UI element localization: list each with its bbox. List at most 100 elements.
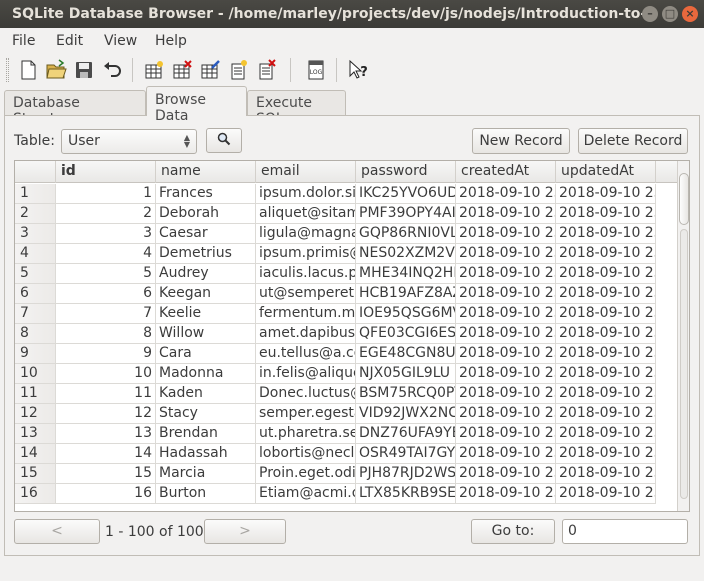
cell-password[interactable]: HCB19AFZ8AZ: [356, 284, 456, 304]
cell-name[interactable]: Demetrius: [156, 244, 256, 264]
scrollbar-track[interactable]: [680, 229, 688, 499]
row-number[interactable]: 10: [15, 364, 56, 384]
create-table-icon[interactable]: [142, 58, 166, 82]
toolbar-grip[interactable]: [6, 58, 9, 82]
cell-password[interactable]: MHE34INQ2HI: [356, 264, 456, 284]
cell-email[interactable]: semper.egesta: [256, 404, 356, 424]
cell-id[interactable]: 4: [56, 244, 156, 264]
cell-id[interactable]: 7: [56, 304, 156, 324]
table-row[interactable]: 2 2 Deborah aliquet@sitam PMF39OPY4AI 2018-09…: [15, 204, 677, 224]
row-number[interactable]: 12: [15, 404, 56, 424]
row-number[interactable]: 5: [15, 264, 56, 284]
table-row[interactable]: 15 15 Marcia Proin.eget.odi PJH87RJD2WS 2018-…: [15, 464, 677, 484]
cell-name[interactable]: Caesar: [156, 224, 256, 244]
column-header-id[interactable]: id: [56, 161, 156, 183]
cell-email[interactable]: amet.dapibus.i: [256, 324, 356, 344]
cell-name[interactable]: Madonna: [156, 364, 256, 384]
cell-name[interactable]: Audrey: [156, 264, 256, 284]
row-number[interactable]: 6: [15, 284, 56, 304]
scrollbar-thumb[interactable]: [679, 173, 689, 225]
cell-updatedat[interactable]: 2018-09-10 23: [556, 344, 656, 364]
cell-createdat[interactable]: 2018-09-10 23: [456, 304, 556, 324]
whats-this-icon[interactable]: ?: [346, 58, 370, 82]
column-header-password[interactable]: password: [356, 161, 456, 183]
column-header-email[interactable]: email: [256, 161, 356, 183]
cell-createdat[interactable]: 2018-09-10 23: [456, 384, 556, 404]
cell-email[interactable]: lobortis@necl: [256, 444, 356, 464]
cell-password[interactable]: DNZ76UFA9YE: [356, 424, 456, 444]
cell-createdat[interactable]: 2018-09-10 23: [456, 444, 556, 464]
column-header-name[interactable]: name: [156, 161, 256, 183]
table-row[interactable]: 11 11 Kaden Donec.luctus@ BSM75RCQ0PY 2018-09…: [15, 384, 677, 404]
cell-updatedat[interactable]: 2018-09-10 23: [556, 464, 656, 484]
cell-email[interactable]: iaculis.lacus.pe: [256, 264, 356, 284]
cell-email[interactable]: Donec.luctus@: [256, 384, 356, 404]
cell-updatedat[interactable]: 2018-09-10 23: [556, 364, 656, 384]
menu-view[interactable]: View: [104, 33, 137, 49]
goto-button[interactable]: Go to:: [471, 519, 555, 544]
row-number[interactable]: 16: [15, 484, 56, 504]
cell-updatedat[interactable]: 2018-09-10 23: [556, 264, 656, 284]
undo-icon[interactable]: [100, 58, 124, 82]
cell-id[interactable]: 13: [56, 424, 156, 444]
cell-createdat[interactable]: 2018-09-10 23: [456, 244, 556, 264]
search-button[interactable]: [206, 128, 242, 153]
cell-password[interactable]: VID92JWX2NC: [356, 404, 456, 424]
cell-password[interactable]: IOE95QSG6MV: [356, 304, 456, 324]
table-row[interactable]: 8 8 Willow amet.dapibus.i QFE03CGI6ES 2018-09…: [15, 324, 677, 344]
table-row[interactable]: 3 3 Caesar ligula@magna GQP86RNI0VL 2018-09-1…: [15, 224, 677, 244]
cell-updatedat[interactable]: 2018-09-10 23: [556, 324, 656, 344]
minimize-button[interactable]: –: [642, 6, 658, 22]
next-page-button[interactable]: >: [204, 519, 286, 544]
new-record-button[interactable]: New Record: [472, 128, 570, 154]
save-icon[interactable]: [72, 58, 96, 82]
cell-password[interactable]: OSR49TAI7GY: [356, 444, 456, 464]
cell-id[interactable]: 12: [56, 404, 156, 424]
cell-updatedat[interactable]: 2018-09-10 23: [556, 384, 656, 404]
cell-updatedat[interactable]: 2018-09-10 23: [556, 184, 656, 204]
maximize-button[interactable]: □: [662, 6, 678, 22]
cell-updatedat[interactable]: 2018-09-10 23: [556, 404, 656, 424]
row-number[interactable]: 1: [15, 184, 56, 204]
table-row[interactable]: 4 4 Demetrius ipsum.primis@ NES02XZM2VF 2018-…: [15, 244, 677, 264]
cell-id[interactable]: 11: [56, 384, 156, 404]
cell-email[interactable]: Etiam@acmi.o: [256, 484, 356, 504]
cell-email[interactable]: ipsum.dolor.sit: [256, 184, 356, 204]
vertical-scrollbar[interactable]: [677, 161, 689, 511]
cell-name[interactable]: Stacy: [156, 404, 256, 424]
cell-email[interactable]: fermentum.me: [256, 304, 356, 324]
row-number[interactable]: 15: [15, 464, 56, 484]
create-index-icon[interactable]: [226, 58, 250, 82]
cell-createdat[interactable]: 2018-09-10 23: [456, 224, 556, 244]
cell-name[interactable]: Deborah: [156, 204, 256, 224]
cell-email[interactable]: ut@semperet.: [256, 284, 356, 304]
cell-createdat[interactable]: 2018-09-10 23: [456, 264, 556, 284]
table-row[interactable]: 16 16 Burton Etiam@acmi.o LTX85KRB9SE 2018-09…: [15, 484, 677, 504]
sql-log-icon[interactable]: LOG: [304, 58, 328, 82]
menu-file[interactable]: File: [12, 33, 35, 49]
table-row[interactable]: 13 13 Brendan ut.pharetra.sec DNZ76UFA9YE 201…: [15, 424, 677, 444]
cell-id[interactable]: 5: [56, 264, 156, 284]
menu-edit[interactable]: Edit: [56, 33, 83, 49]
cell-id[interactable]: 6: [56, 284, 156, 304]
cell-email[interactable]: ligula@magna: [256, 224, 356, 244]
row-number[interactable]: 9: [15, 344, 56, 364]
cell-password[interactable]: PJH87RJD2WS: [356, 464, 456, 484]
cell-email[interactable]: ipsum.primis@: [256, 244, 356, 264]
cell-name[interactable]: Burton: [156, 484, 256, 504]
cell-updatedat[interactable]: 2018-09-10 23: [556, 284, 656, 304]
cell-name[interactable]: Willow: [156, 324, 256, 344]
modify-table-icon[interactable]: [198, 58, 222, 82]
cell-createdat[interactable]: 2018-09-10 23: [456, 484, 556, 504]
cell-updatedat[interactable]: 2018-09-10 23: [556, 204, 656, 224]
column-header-updatedat[interactable]: updatedAt: [556, 161, 656, 183]
cell-password[interactable]: LTX85KRB9SE: [356, 484, 456, 504]
cell-password[interactable]: NJX05GIL9LU: [356, 364, 456, 384]
cell-createdat[interactable]: 2018-09-10 23: [456, 464, 556, 484]
tab-database-structure[interactable]: Database Structure: [4, 90, 146, 127]
cell-name[interactable]: Keelie: [156, 304, 256, 324]
tab-execute-sql[interactable]: Execute SQL: [247, 90, 346, 127]
cell-password[interactable]: GQP86RNI0VL: [356, 224, 456, 244]
row-number[interactable]: 2: [15, 204, 56, 224]
cell-createdat[interactable]: 2018-09-10 23: [456, 324, 556, 344]
